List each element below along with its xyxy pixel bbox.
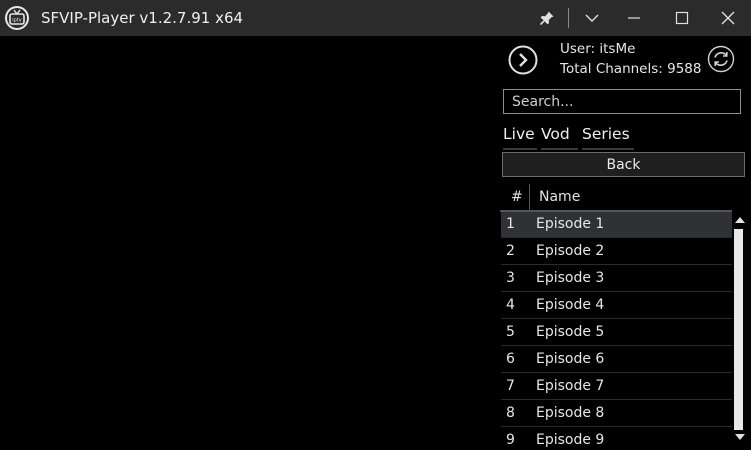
row-number: 1: [506, 216, 515, 232]
titlebar-divider: [568, 8, 569, 28]
tab-live[interactable]: Live: [503, 122, 537, 150]
close-icon: [721, 11, 735, 25]
svg-text:iptv: iptv: [12, 18, 22, 24]
row-name: Episode 9: [536, 432, 605, 448]
row-number: 5: [506, 324, 515, 340]
title-bar: iptv SFVIP-Player v1.2.7.91 x64: [0, 0, 751, 36]
table-row[interactable]: 5 Episode 5: [501, 320, 732, 346]
scrollbar-thumb[interactable]: [734, 229, 743, 430]
row-name: Episode 1: [536, 216, 605, 232]
table-row[interactable]: 2 Episode 2: [501, 239, 732, 265]
tab-series[interactable]: Series: [582, 122, 634, 150]
row-number: 4: [506, 297, 515, 313]
close-button[interactable]: [710, 0, 746, 36]
minimize-button[interactable]: [616, 0, 652, 36]
row-number: 9: [506, 432, 515, 448]
table-row[interactable]: 1 Episode 1: [501, 212, 732, 238]
scroll-down-arrow-icon[interactable]: [735, 434, 745, 440]
tv-logo-icon: iptv: [5, 6, 29, 30]
table-row[interactable]: 7 Episode 7: [501, 374, 732, 400]
row-number: 8: [506, 405, 515, 421]
table-row[interactable]: 6 Episode 6: [501, 347, 732, 373]
list-scrollbar[interactable]: [732, 212, 751, 450]
pin-icon: [539, 11, 554, 26]
column-header-number[interactable]: #: [511, 189, 523, 205]
row-name: Episode 4: [536, 297, 605, 313]
maximize-button[interactable]: [664, 0, 700, 36]
minimize-icon: [628, 17, 640, 19]
channels-info: Total Channels: 9588: [560, 61, 701, 77]
maximize-icon: [675, 11, 689, 25]
episode-list: 1 Episode 1 2 Episode 2 3 Episode 3 4 Ep…: [500, 212, 732, 450]
row-name: Episode 2: [536, 243, 605, 259]
row-name: Episode 6: [536, 351, 605, 367]
tab-vod[interactable]: Vod: [541, 122, 578, 150]
video-area[interactable]: [0, 36, 500, 450]
row-number: 2: [506, 243, 515, 259]
table-row[interactable]: 4 Episode 4: [501, 293, 732, 319]
table-row[interactable]: 3 Episode 3: [501, 266, 732, 292]
user-label: User:: [560, 41, 596, 57]
row-name: Episode 8: [536, 405, 605, 421]
channels-value: 9588: [667, 61, 702, 77]
column-divider[interactable]: [529, 184, 530, 210]
side-panel: User: itsMe Total Channels: 9588 Live Vo…: [500, 36, 751, 450]
user-info: User: itsMe: [560, 41, 635, 57]
channels-label: Total Channels:: [560, 61, 663, 77]
table-header: # Name: [500, 184, 732, 212]
next-arrow-icon[interactable]: [508, 45, 538, 75]
row-name: Episode 7: [536, 378, 605, 394]
row-name: Episode 3: [536, 270, 605, 286]
window-title: SFVIP-Player v1.2.7.91 x64: [41, 9, 244, 27]
search-input[interactable]: [503, 89, 741, 114]
scroll-up-arrow-icon[interactable]: [735, 217, 745, 223]
user-value: itsMe: [599, 41, 636, 57]
row-number: 6: [506, 351, 515, 367]
collapse-button[interactable]: [576, 0, 608, 36]
chevron-down-icon: [585, 14, 599, 22]
pin-button[interactable]: [532, 0, 562, 36]
row-number: 3: [506, 270, 515, 286]
row-name: Episode 5: [536, 324, 605, 340]
row-number: 7: [506, 378, 515, 394]
table-row[interactable]: 9 Episode 9: [501, 428, 732, 450]
refresh-icon[interactable]: [707, 45, 735, 73]
column-header-name[interactable]: Name: [539, 189, 580, 205]
back-button[interactable]: Back: [502, 152, 745, 177]
table-row[interactable]: 8 Episode 8: [501, 401, 732, 427]
